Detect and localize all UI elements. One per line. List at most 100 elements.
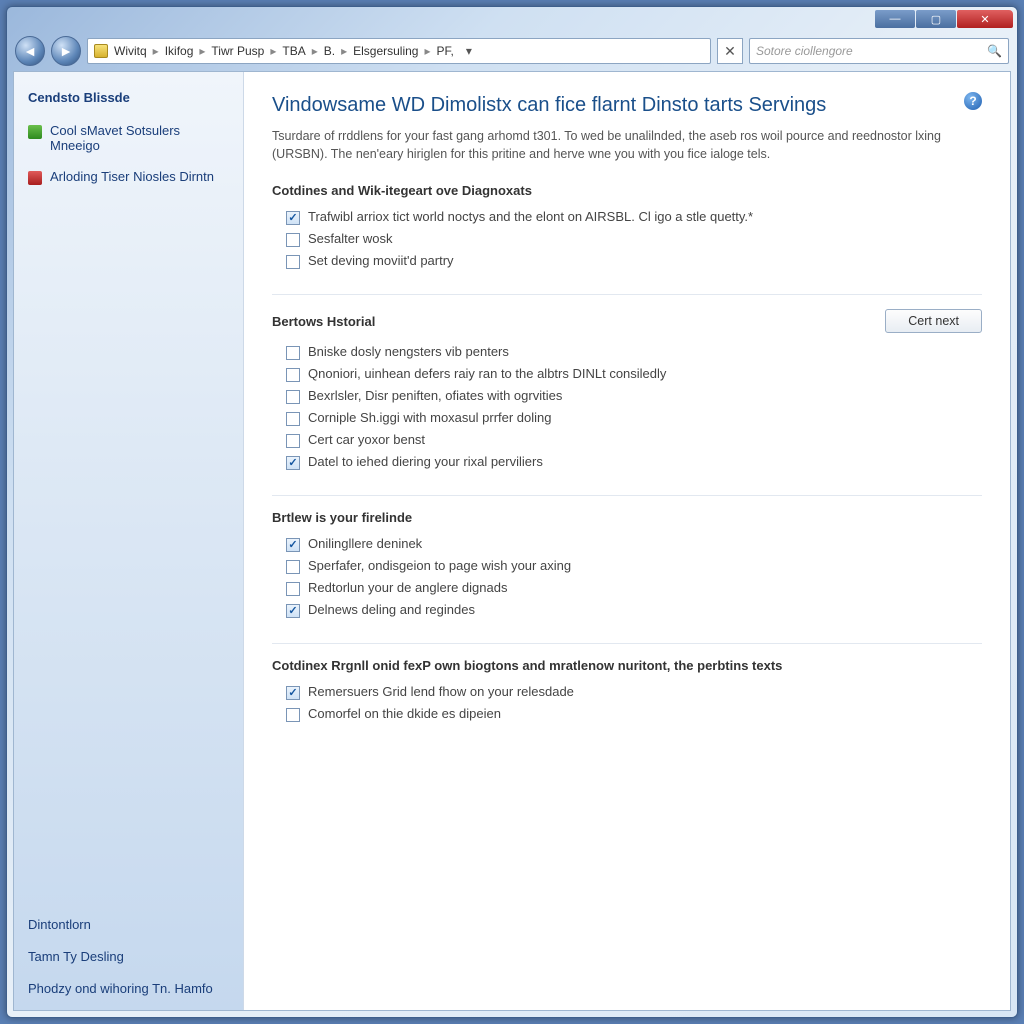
section-heading-label: Cotdinex Rrgnll onid fexP own biogtons a… bbox=[272, 658, 782, 673]
divider bbox=[272, 643, 982, 644]
option-row: Qnoniori, uinhean defers raiy ran to the… bbox=[272, 363, 982, 385]
chevron-right-icon: ▸ bbox=[341, 44, 347, 58]
option-label: Qnoniori, uinhean defers raiy ran to the… bbox=[308, 366, 666, 381]
sidebar-see-also: Dintontlorn Tamn Ty Desling Phodzy ond w… bbox=[28, 904, 229, 1000]
option-row: Onilingllere deninek bbox=[272, 533, 982, 555]
checkbox[interactable] bbox=[286, 368, 300, 382]
checkbox[interactable] bbox=[286, 390, 300, 404]
section-action-button[interactable]: Cert next bbox=[885, 309, 982, 333]
option-row: Bniske dosly nengsters vib penters bbox=[272, 341, 982, 363]
forward-button[interactable]: ► bbox=[51, 36, 81, 66]
checkbox[interactable] bbox=[286, 708, 300, 722]
option-row: Sperfafer, ondisgeion to page wish your … bbox=[272, 555, 982, 577]
chevron-right-icon: ▸ bbox=[424, 44, 430, 58]
checkbox[interactable] bbox=[286, 412, 300, 426]
main-panel: ? Vindowsame WD Dimolistx can fice flarn… bbox=[244, 72, 1010, 1010]
option-row: Corniple Sh.iggi with moxasul prrfer dol… bbox=[272, 407, 982, 429]
checkbox[interactable] bbox=[286, 604, 300, 618]
address-dropdown-icon[interactable]: ▾ bbox=[460, 44, 478, 58]
breadcrumb-item[interactable]: Elsgersuling bbox=[353, 44, 418, 58]
section-heading: Cotdines and Wik-itegeart ove Diagnoxats bbox=[272, 183, 982, 198]
help-icon[interactable]: ? bbox=[964, 92, 982, 110]
option-label: Onilingllere deninek bbox=[308, 536, 422, 551]
settings-section: Cotdines and Wik-itegeart ove Diagnoxats… bbox=[272, 183, 982, 272]
option-label: Datel to iehed diering your rixal pervil… bbox=[308, 454, 543, 469]
window-frame: — ▢ ✕ ◄ ► Wivitq ▸ Ikifog ▸ Tiwr Pusp ▸ TBA… bbox=[6, 6, 1018, 1018]
settings-section: Brtlew is your firelinde Onilingllere den… bbox=[272, 510, 982, 621]
close-button[interactable]: ✕ bbox=[957, 10, 1013, 28]
sidebar-task-label: Cool sMavet Sotsulers Mneeigo bbox=[50, 123, 229, 153]
breadcrumb-item[interactable]: PF, bbox=[437, 44, 454, 58]
search-icon: 🔍 bbox=[987, 44, 1002, 58]
option-label: Redtorlun your de anglere dignads bbox=[308, 580, 507, 595]
option-label: Comorfel on thie dkide es dipeien bbox=[308, 706, 501, 721]
checkbox[interactable] bbox=[286, 211, 300, 225]
option-label: Bexrlsler, Disr peniften, ofiates with o… bbox=[308, 388, 562, 403]
shield-icon bbox=[28, 171, 42, 185]
option-row: Datel to iehed diering your rixal pervil… bbox=[272, 451, 982, 473]
page-title: Vindowsame WD Dimolistx can fice flarnt … bbox=[272, 92, 982, 118]
option-label: Bniske dosly nengsters vib penters bbox=[308, 344, 509, 359]
minimize-button[interactable]: — bbox=[875, 10, 915, 28]
section-heading: Brtlew is your firelinde bbox=[272, 510, 982, 525]
option-row: Cert car yoxor benst bbox=[272, 429, 982, 451]
breadcrumb-item[interactable]: Tiwr Pusp bbox=[211, 44, 264, 58]
see-also-link[interactable]: Tamn Ty Desling bbox=[28, 946, 229, 968]
address-bar[interactable]: Wivitq ▸ Ikifog ▸ Tiwr Pusp ▸ TBA ▸ B. ▸ Elsg… bbox=[87, 38, 711, 64]
option-label: Delnews deling and regindes bbox=[308, 602, 475, 617]
sidebar-task-label: Arloding Tiser Niosles Dirntn bbox=[50, 169, 214, 185]
checkbox[interactable] bbox=[286, 686, 300, 700]
option-label: Cert car yoxor benst bbox=[308, 432, 425, 447]
option-row: Set deving moviit'd partry bbox=[272, 250, 982, 272]
option-row: Redtorlun your de anglere dignads bbox=[272, 577, 982, 599]
maximize-button[interactable]: ▢ bbox=[916, 10, 956, 28]
option-label: Remersuers Grid lend fhow on your relesd… bbox=[308, 684, 574, 699]
checkbox[interactable] bbox=[286, 456, 300, 470]
settings-section: Cotdinex Rrgnll onid fexP own biogtons a… bbox=[272, 658, 982, 725]
nav-toolbar: ◄ ► Wivitq ▸ Ikifog ▸ Tiwr Pusp ▸ TBA ▸ B. ▸ … bbox=[7, 31, 1017, 71]
search-placeholder: Sotore ciollengore bbox=[756, 44, 853, 58]
checkbox[interactable] bbox=[286, 434, 300, 448]
option-row: Bexrlsler, Disr peniften, ofiates with o… bbox=[272, 385, 982, 407]
titlebar: — ▢ ✕ bbox=[7, 7, 1017, 31]
checkbox[interactable] bbox=[286, 233, 300, 247]
checkbox[interactable] bbox=[286, 346, 300, 360]
option-label: Sperfafer, ondisgeion to page wish your … bbox=[308, 558, 571, 573]
folder-icon bbox=[94, 44, 108, 58]
section-heading-label: Cotdines and Wik-itegeart ove Diagnoxats bbox=[272, 183, 532, 198]
option-label: Trafwibl arriox tict world noctys and th… bbox=[308, 209, 753, 224]
sidebar-title: Cendsto Blissde bbox=[28, 90, 229, 105]
option-row: Trafwibl arriox tict world noctys and th… bbox=[272, 206, 982, 228]
settings-section: Bertows Hstorial Cert next Bniske dosly ne… bbox=[272, 309, 982, 473]
checkbox[interactable] bbox=[286, 538, 300, 552]
breadcrumb-item[interactable]: Wivitq bbox=[114, 44, 147, 58]
back-button[interactable]: ◄ bbox=[15, 36, 45, 66]
checkbox[interactable] bbox=[286, 560, 300, 574]
chevron-right-icon: ▸ bbox=[312, 44, 318, 58]
divider bbox=[272, 495, 982, 496]
divider bbox=[272, 294, 982, 295]
breadcrumb-item[interactable]: B. bbox=[324, 44, 335, 58]
search-input[interactable]: Sotore ciollengore 🔍 bbox=[749, 38, 1009, 64]
option-row: Sesfalter wosk bbox=[272, 228, 982, 250]
option-row: Comorfel on thie dkide es dipeien bbox=[272, 703, 982, 725]
breadcrumb-item[interactable]: Ikifog bbox=[165, 44, 194, 58]
option-label: Set deving moviit'd partry bbox=[308, 253, 454, 268]
checkbox[interactable] bbox=[286, 582, 300, 596]
chevron-right-icon: ▸ bbox=[153, 44, 159, 58]
sidebar-task[interactable]: Arloding Tiser Niosles Dirntn bbox=[28, 169, 229, 185]
option-row: Remersuers Grid lend fhow on your relesd… bbox=[272, 681, 982, 703]
section-heading-label: Brtlew is your firelinde bbox=[272, 510, 412, 525]
refresh-button[interactable]: ✕ bbox=[717, 38, 743, 64]
option-label: Corniple Sh.iggi with moxasul prrfer dol… bbox=[308, 410, 552, 425]
chevron-right-icon: ▸ bbox=[199, 44, 205, 58]
breadcrumb-item[interactable]: TBA bbox=[282, 44, 305, 58]
see-also-link[interactable]: Dintontlorn bbox=[28, 914, 229, 936]
shield-icon bbox=[28, 125, 42, 139]
option-row: Delnews deling and regindes bbox=[272, 599, 982, 621]
sidebar-task[interactable]: Cool sMavet Sotsulers Mneeigo bbox=[28, 123, 229, 153]
checkbox[interactable] bbox=[286, 255, 300, 269]
chevron-right-icon: ▸ bbox=[270, 44, 276, 58]
see-also-link[interactable]: Phodzy ond wihoring Tn. Hamfo bbox=[28, 978, 229, 1000]
section-heading-label: Bertows Hstorial bbox=[272, 314, 375, 329]
